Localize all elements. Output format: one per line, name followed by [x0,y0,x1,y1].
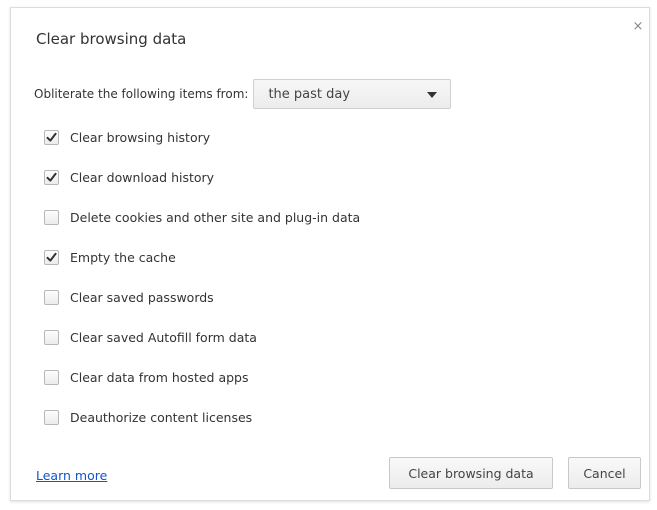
option-clear-saved-passwords[interactable]: Clear saved passwords [44,277,360,317]
checkbox[interactable] [44,409,59,425]
checkbox[interactable] [44,209,59,225]
checkbox[interactable] [44,329,59,345]
checkmark-icon [46,132,57,142]
option-label: Deauthorize content licenses [70,409,253,425]
option-clear-browsing-history[interactable]: Clear browsing history [44,117,360,157]
checkbox[interactable] [44,169,59,185]
clear-browsing-data-dialog: Clear browsing data × Obliterate the fol… [10,7,650,501]
option-label: Empty the cache [70,249,176,265]
option-deauthorize-licenses[interactable]: Deauthorize content licenses [44,397,360,437]
time-period-label: Obliterate the following items from: [34,87,249,101]
checkmark-icon [46,172,57,182]
option-label: Clear data from hosted apps [70,369,249,385]
option-clear-autofill-data[interactable]: Clear saved Autofill form data [44,317,360,357]
option-empty-cache[interactable]: Empty the cache [44,237,360,277]
option-label: Clear download history [70,169,215,185]
checkbox[interactable] [44,129,59,145]
learn-more-link[interactable]: Learn more [36,468,107,483]
checkbox[interactable] [44,369,59,385]
dialog-title: Clear browsing data [36,30,187,48]
dropdown-arrow-icon [427,92,438,98]
option-label: Delete cookies and other site and plug-i… [70,209,361,225]
checkmark-icon [46,252,57,262]
close-icon[interactable]: × [631,20,645,34]
option-label: Clear saved passwords [70,289,214,305]
checkbox[interactable] [44,289,59,305]
checkbox[interactable] [44,249,59,265]
option-label: Clear browsing history [70,129,211,145]
time-period-select[interactable]: the past day [253,79,452,109]
option-delete-cookies[interactable]: Delete cookies and other site and plug-i… [44,197,360,237]
time-period-row: Obliterate the following items from: the… [34,78,452,110]
options-list: Clear browsing history Clear download hi… [44,117,360,437]
option-clear-hosted-apps-data[interactable]: Clear data from hosted apps [44,357,360,397]
time-period-value: the past day [268,86,351,102]
option-clear-download-history[interactable]: Clear download history [44,157,360,197]
option-label: Clear saved Autofill form data [70,329,257,345]
clear-browsing-data-button[interactable]: Clear browsing data [389,457,553,489]
cancel-button[interactable]: Cancel [568,457,641,489]
